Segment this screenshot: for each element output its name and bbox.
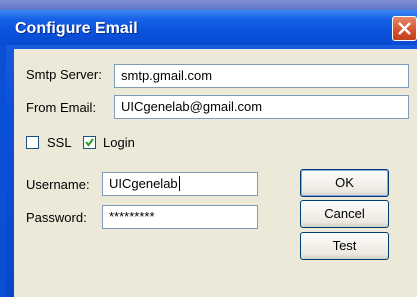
login-label: Login	[103, 135, 135, 150]
window-title: Configure Email	[15, 20, 138, 37]
smtp-server-value: smtp.gmail.com	[121, 68, 213, 83]
smtp-server-input[interactable]: smtp.gmail.com	[114, 64, 409, 88]
from-email-label: From Email:	[26, 100, 97, 115]
smtp-server-label: Smtp Server:	[26, 67, 102, 82]
from-email-value: UICgenelab@gmail.com	[121, 99, 263, 114]
checkmark-icon	[85, 138, 94, 147]
ssl-checkbox[interactable]	[26, 136, 39, 149]
password-input[interactable]: *********	[102, 205, 258, 229]
username-value: UICgenelab	[109, 176, 178, 191]
password-label: Password:	[26, 210, 87, 225]
close-button[interactable]	[392, 16, 417, 41]
username-label: Username:	[26, 177, 90, 192]
text-caret	[178, 176, 180, 191]
test-button[interactable]: Test	[300, 232, 389, 260]
username-input[interactable]: UICgenelab	[102, 172, 258, 196]
from-email-input[interactable]: UICgenelab@gmail.com	[114, 95, 409, 119]
desktop-strip	[0, 0, 417, 10]
close-icon	[398, 22, 411, 35]
login-checkbox[interactable]	[83, 136, 96, 149]
password-value: *********	[109, 209, 155, 224]
dialog-body: Smtp Server: smtp.gmail.com From Email: …	[14, 49, 417, 297]
ssl-label: SSL	[47, 135, 72, 150]
cancel-button[interactable]: Cancel	[300, 200, 389, 228]
ok-button[interactable]: OK	[300, 169, 389, 197]
